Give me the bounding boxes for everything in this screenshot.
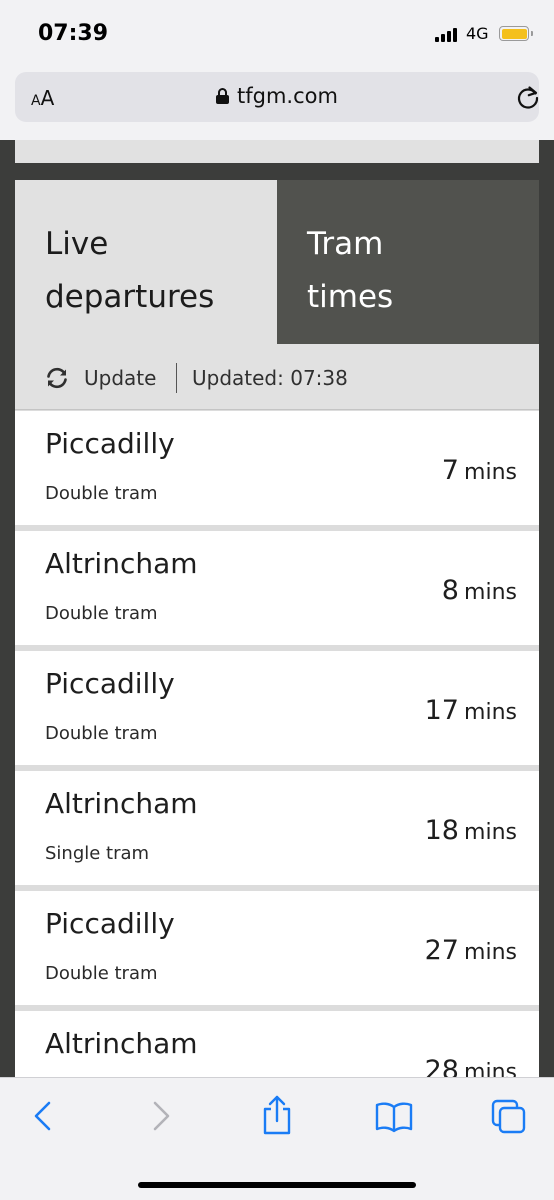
refresh-icon [47, 367, 67, 389]
departure-tram-type: Double tram [45, 963, 158, 984]
departure-minutes: 18 [424, 815, 459, 846]
share-icon[interactable] [259, 1094, 295, 1136]
updated-time: Updated: 07:38 [192, 366, 348, 390]
departure-minutes: 17 [424, 695, 459, 726]
departure-minutes-unit: mins [464, 700, 517, 725]
address-field[interactable]: AA tfgm.com [15, 72, 539, 122]
tab-live-line2: departures [45, 279, 215, 315]
departure-eta: 27 mins [425, 935, 517, 966]
departure-minutes-unit: mins [464, 460, 517, 485]
departure-destination: Piccadilly [45, 907, 175, 940]
url-display[interactable]: tfgm.com [15, 84, 539, 108]
departure-minutes-unit: mins [464, 940, 517, 965]
content-card-edge [15, 140, 539, 163]
url-text: tfgm.com [237, 84, 338, 108]
tab-tram-line2: times [307, 279, 394, 315]
departure-row[interactable]: Piccadilly Double tram 7 mins [15, 411, 539, 525]
departure-tram-type: Single tram [45, 843, 150, 864]
departure-minutes: 27 [424, 935, 459, 966]
update-button-label: Update [84, 366, 157, 390]
departure-eta: 18 mins [425, 815, 517, 846]
home-indicator [138, 1182, 416, 1188]
tab-live-departures[interactable]: Live departures [15, 180, 277, 344]
departure-tram-type: Double tram [45, 723, 158, 744]
departures-widget: Live departures Tram times Update Update… [15, 180, 539, 1125]
departure-tram-type: Double tram [45, 483, 158, 504]
battery-tip [531, 31, 533, 36]
departure-eta: 8 mins [442, 575, 517, 606]
departure-minutes: 8 [441, 575, 459, 606]
tabs-icon[interactable] [490, 1098, 528, 1136]
departure-eta: 7 mins [442, 455, 517, 486]
status-bar: 07:39 4G [0, 0, 554, 64]
tab-live-departures-label: Live departures [45, 218, 214, 324]
departure-destination: Altrincham [45, 787, 198, 820]
tab-tram-times[interactable]: Tram times [277, 180, 539, 344]
lock-icon [216, 88, 230, 104]
bookmarks-icon[interactable] [374, 1098, 414, 1134]
network-type: 4G [466, 24, 489, 43]
departure-destination: Altrincham [45, 547, 198, 580]
departure-destination: Altrincham [45, 1027, 198, 1060]
departure-eta: 17 mins [425, 695, 517, 726]
back-icon[interactable] [26, 1098, 62, 1134]
reload-icon[interactable] [515, 84, 541, 110]
departure-row[interactable]: Altrincham Single tram 18 mins [15, 771, 539, 885]
departure-row[interactable]: Altrincham Double tram 8 mins [15, 531, 539, 645]
departure-minutes-unit: mins [464, 820, 517, 845]
update-bar: Update Updated: 07:38 [15, 344, 539, 410]
tab-tram-times-label: Tram times [307, 218, 393, 324]
cellular-signal-icon [435, 27, 461, 42]
tab-tram-line1: Tram [307, 226, 384, 262]
tab-live-line1: Live [45, 226, 109, 262]
departure-destination: Piccadilly [45, 427, 175, 460]
update-divider [176, 363, 177, 393]
departure-minutes: 7 [441, 455, 459, 486]
departure-tram-type: Double tram [45, 603, 158, 624]
forward-icon[interactable] [142, 1098, 178, 1134]
status-time: 07:39 [38, 21, 109, 46]
departure-destination: Piccadilly [45, 667, 175, 700]
departure-minutes-unit: mins [464, 580, 517, 605]
departure-row[interactable]: Piccadilly Double tram 17 mins [15, 651, 539, 765]
departure-row[interactable]: Piccadilly Double tram 27 mins [15, 891, 539, 1005]
browser-bar: AA tfgm.com [0, 64, 554, 140]
battery-icon [499, 26, 529, 41]
update-button[interactable]: Update [45, 364, 156, 392]
